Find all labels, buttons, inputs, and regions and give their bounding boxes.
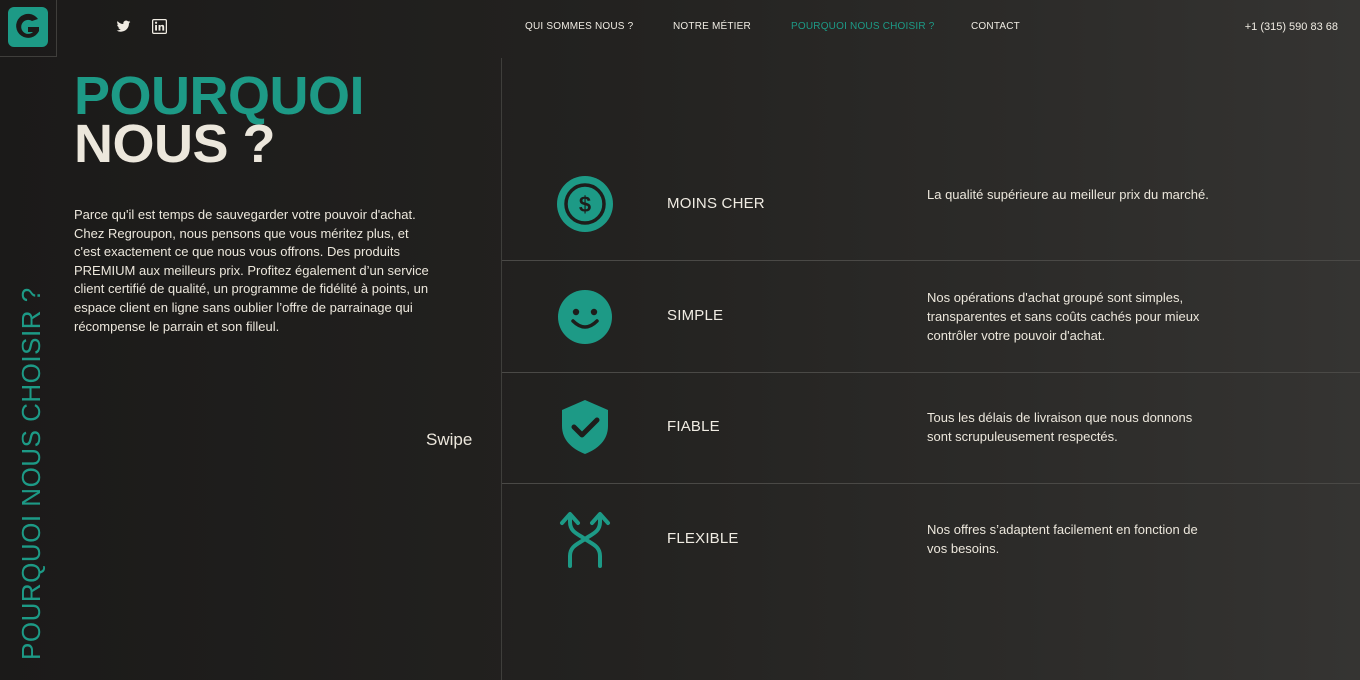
feature-title: FLEXIBLE: [667, 530, 739, 547]
page-title: POURQUOI NOUS ?: [74, 66, 365, 174]
nav-contact[interactable]: CONTACT: [971, 21, 1020, 32]
smiley-icon: [558, 290, 612, 344]
feature-description: Nos offres s’adaptent facilement en fonc…: [927, 522, 1198, 556]
flexible-arrows-icon: [560, 512, 610, 568]
nav-pourquoi-nous-choisir[interactable]: POURQUOI NOUS CHOISIR ?: [791, 21, 935, 32]
nav-qui-sommes-nous[interactable]: QUI SOMMES NOUS ?: [525, 21, 633, 32]
linkedin-icon: [152, 19, 167, 34]
intro-paragraph: Parce qu'il est temps de sauvegarder vot…: [74, 207, 429, 334]
page-title-line1: POURQUOI: [74, 66, 365, 126]
svg-text:$: $: [579, 192, 591, 217]
nav-notre-metier[interactable]: NOTRE MÉTIER: [673, 21, 751, 32]
row-divider: [502, 260, 1360, 261]
feature-description: Nos opérations d'achat groupé sont simpl…: [927, 290, 1200, 343]
dollar-coin-icon: $: [557, 176, 613, 232]
phone-number[interactable]: +1 (315) 590 83 68: [1245, 21, 1338, 33]
twitter-link[interactable]: [116, 19, 132, 35]
twitter-icon: [116, 20, 131, 32]
swipe-control[interactable]: Swipe: [426, 430, 472, 450]
feature-title: FIABLE: [667, 418, 720, 435]
row-divider: [502, 483, 1360, 484]
feature-description: Tous les délais de livraison que nous do…: [927, 410, 1193, 444]
shield-check-icon: [562, 400, 608, 454]
logo[interactable]: [0, 0, 57, 57]
vertical-section-title: POURQUOI NOUS CHOISIR ?: [16, 287, 46, 660]
feature-title: SIMPLE: [667, 307, 724, 324]
g-logo-icon: [8, 7, 48, 47]
row-divider: [502, 372, 1360, 373]
linkedin-link[interactable]: [152, 19, 168, 35]
page-title-line2: NOUS ?: [74, 114, 276, 174]
feature-description: La qualité supérieure au meilleur prix d…: [927, 187, 1209, 202]
vertical-divider: [501, 58, 502, 680]
feature-title: MOINS CHER: [667, 195, 765, 212]
